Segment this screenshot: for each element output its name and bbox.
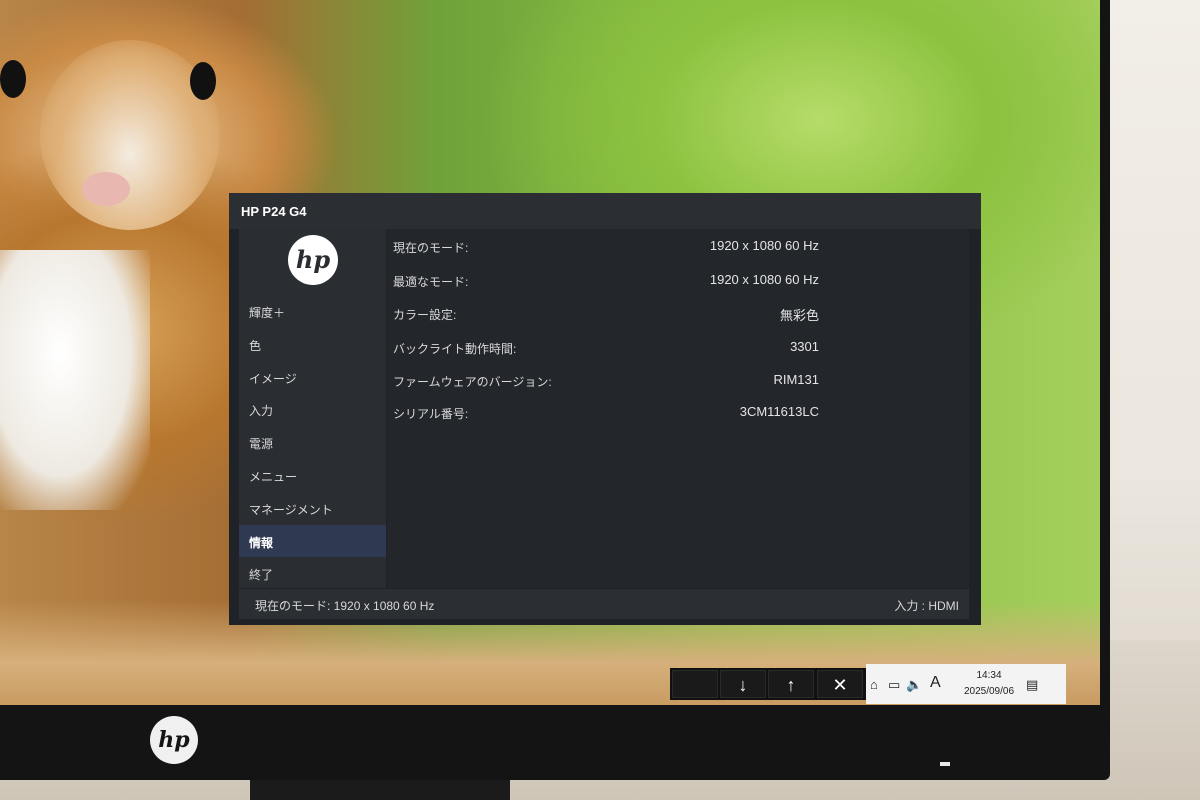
taskbar-time[interactable]: 14:34 [954, 670, 1024, 681]
blank-button[interactable] [672, 670, 718, 698]
info-row-current-mode: 現在のモード: 1920 x 1080 60 Hz [393, 235, 819, 255]
monitor-stand [250, 780, 510, 800]
info-value: 3CM11613LC [739, 404, 819, 419]
taskbar-date[interactable]: 2025/09/06 [954, 686, 1024, 697]
menu-item-power[interactable]: 電源 [239, 426, 386, 458]
menu-item-input[interactable]: 入力 [239, 393, 386, 425]
volume-icon[interactable]: 🔈 [906, 677, 922, 693]
battery-icon[interactable]: ▭ [888, 677, 900, 693]
info-label: シリアル番号: [393, 407, 469, 421]
menu-item-information[interactable]: 情報 [239, 525, 386, 557]
info-label: バックライト動作時間: [393, 342, 517, 356]
info-label: 最適なモード: [393, 275, 469, 289]
osd-title: HP P24 G4 [241, 204, 307, 219]
wallpaper-squirrel-nose [82, 172, 130, 206]
info-row-optimal-mode: 最適なモード: 1920 x 1080 60 Hz [393, 269, 819, 289]
monitor-screen: HP P24 G4 hp 輝度＋ 色 イメージ 入力 電源 メニュー マネージメ… [0, 0, 1100, 705]
hp-logo: hp [288, 235, 338, 285]
info-value: 無彩色 [779, 308, 819, 323]
osd-footer: 現在のモード: 1920 x 1080 60 Hz 入力 : HDMI [239, 589, 969, 619]
wallpaper-squirrel-eye [0, 60, 26, 98]
menu-item-label: 色 [249, 339, 262, 353]
menu-item-color[interactable]: 色 [239, 328, 386, 360]
wallpaper-squirrel-eye [190, 62, 216, 100]
info-row-serial-number: シリアル番号: 3CM11613LC [393, 401, 819, 421]
up-arrow-icon[interactable]: ↑ [768, 670, 814, 698]
close-icon[interactable]: ✕ [817, 670, 863, 698]
menu-item-label: 入力 [249, 404, 274, 418]
info-value: 1920 x 1080 60 Hz [709, 238, 819, 253]
osd-title-bar: HP P24 G4 [229, 193, 981, 229]
network-icon[interactable]: ⌂ [870, 677, 878, 692]
menu-item-label: イメージ [249, 372, 297, 386]
info-row-firmware-version: ファームウェアのバージョン: RIM131 [393, 369, 819, 389]
menu-item-label: 終了 [249, 568, 274, 582]
notification-icon[interactable]: ▤ [1026, 677, 1038, 693]
menu-item-label: マネージメント [249, 503, 333, 517]
taskbar-tray: ⌂ ▭ 🔈 A 14:34 2025/09/06 ▤ [866, 664, 1066, 704]
input-method-indicator[interactable]: A [930, 674, 941, 692]
menu-item-exit[interactable]: 終了 [239, 557, 386, 589]
menu-item-image[interactable]: イメージ [239, 361, 386, 393]
info-value: 3301 [790, 339, 819, 354]
info-row-color-setting: カラー設定: 無彩色 [393, 302, 819, 323]
osd-panel: HP P24 G4 hp 輝度＋ 色 イメージ 入力 電源 メニュー マネージメ… [229, 193, 981, 625]
menu-item-menu[interactable]: メニュー [239, 459, 386, 491]
menu-item-management[interactable]: マネージメント [239, 492, 386, 524]
info-label: カラー設定: [393, 308, 457, 322]
footer-input: 入力 : HDMI [894, 599, 959, 613]
info-value: RIM131 [773, 372, 819, 387]
menu-item-brightness[interactable]: 輝度＋ [239, 295, 386, 327]
bezel-hp-logo: hp [150, 716, 198, 764]
menu-item-label: 電源 [249, 437, 274, 451]
power-led [940, 762, 950, 766]
info-label: 現在のモード: [393, 241, 469, 255]
osd-info-panel: 現在のモード: 1920 x 1080 60 Hz 最適なモード: 1920 x… [387, 229, 969, 588]
osd-button-bar: ↓ ↑ ✕ [670, 668, 866, 700]
monitor: HP P24 G4 hp 輝度＋ 色 イメージ 入力 電源 メニュー マネージメ… [0, 0, 1110, 780]
wallpaper-squirrel-chest [0, 250, 150, 510]
menu-item-label: 輝度＋ [249, 306, 286, 320]
down-arrow-icon[interactable]: ↓ [720, 670, 766, 698]
menu-item-label: 情報 [249, 536, 274, 550]
info-value: 1920 x 1080 60 Hz [709, 272, 819, 287]
osd-sidebar: hp 輝度＋ 色 イメージ 入力 電源 メニュー マネージメント 情報 終了 [239, 229, 386, 588]
info-label: ファームウェアのバージョン: [393, 375, 552, 389]
info-row-backlight-hours: バックライト動作時間: 3301 [393, 336, 819, 356]
menu-item-label: メニュー [249, 470, 298, 484]
footer-current-mode: 現在のモード: 1920 x 1080 60 Hz [255, 599, 435, 613]
